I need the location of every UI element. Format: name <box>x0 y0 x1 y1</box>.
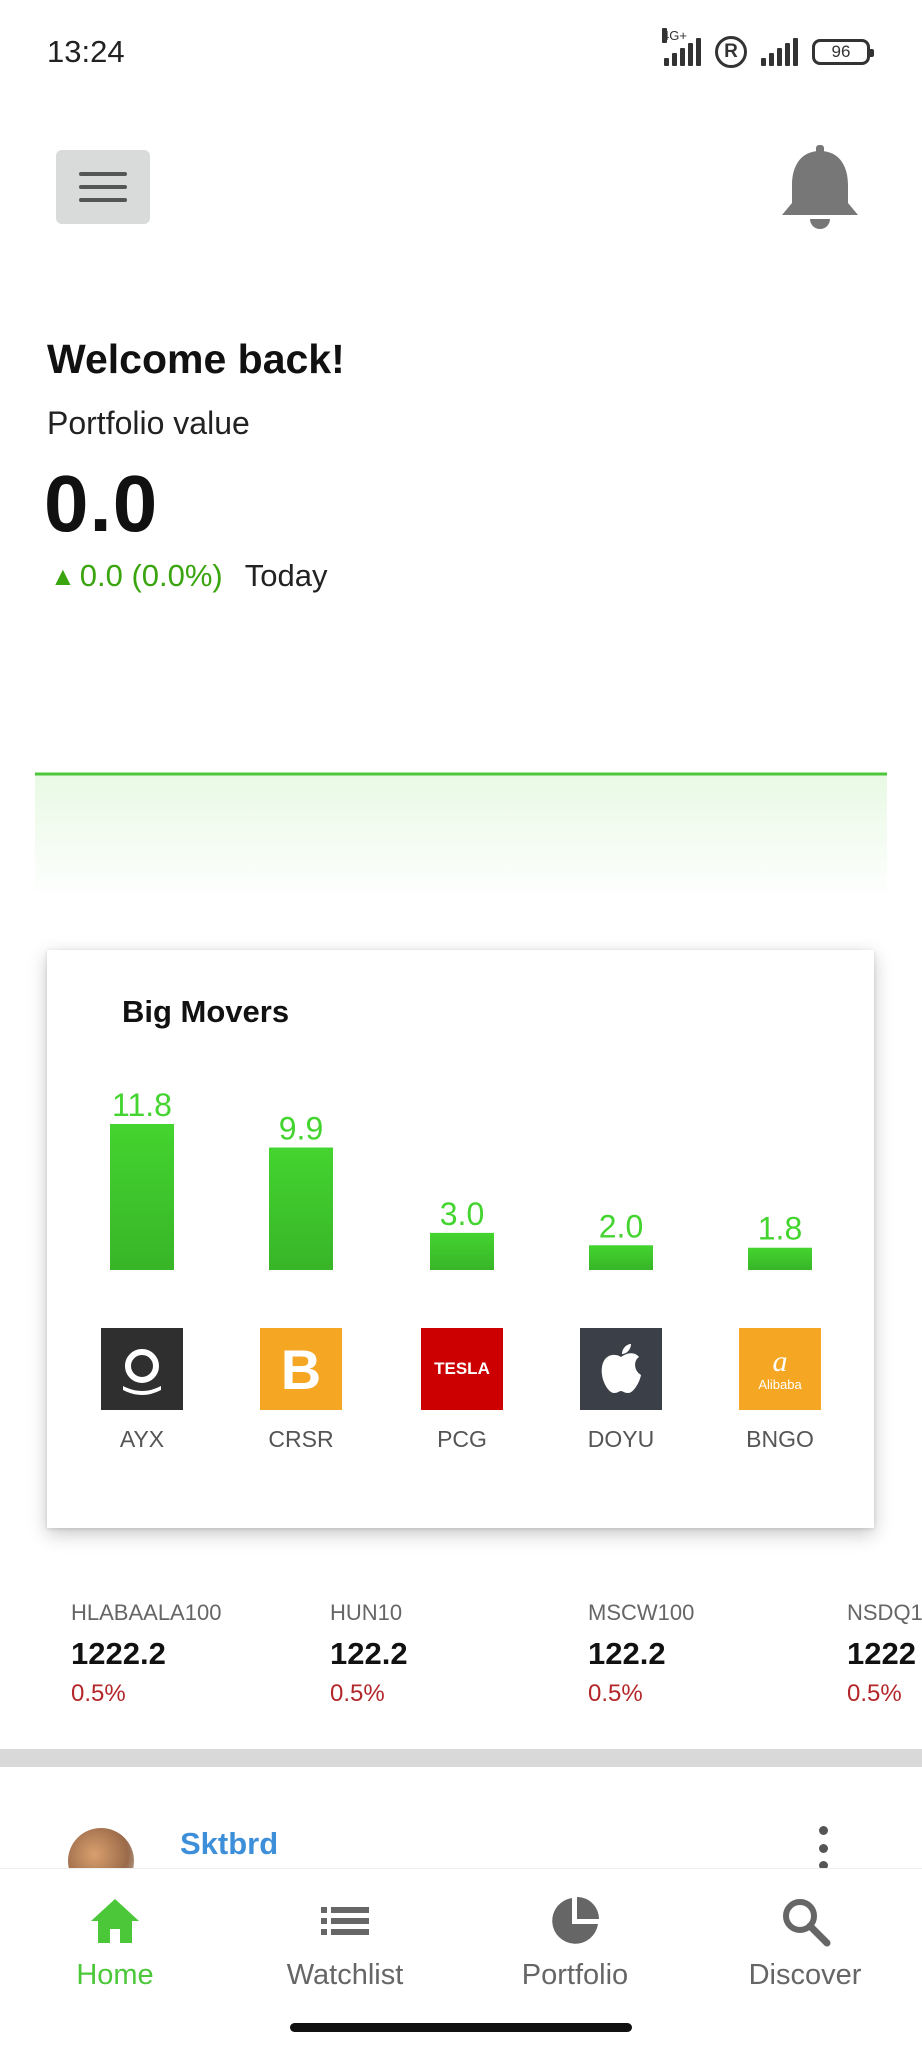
nav-label: Home <box>76 1959 154 1991</box>
index-change: 0.5% <box>330 1680 385 1707</box>
network-type-label: 4G+ <box>662 28 687 43</box>
bitcoin-logo-icon[interactable]: B <box>260 1328 342 1410</box>
index-item[interactable]: MSCW100 122.2 0.5% <box>588 1600 828 1708</box>
index-name: HLABAALA100 <box>71 1600 222 1625</box>
index-change: 0.5% <box>847 1680 902 1707</box>
mover-bar-crsr <box>269 1147 333 1270</box>
index-value: 1222 <box>847 1636 916 1671</box>
home-indicator[interactable] <box>290 2023 632 2032</box>
feed-username[interactable]: Sktbrd <box>180 1826 278 1862</box>
more-vertical-icon[interactable] <box>806 1826 840 1870</box>
mover-value-label: 11.8 <box>112 1087 172 1123</box>
portfolio-change-row: ▲ 0.0 (0.0%) Today <box>50 558 327 594</box>
status-bar: 13:24 4G+ R 96 <box>0 0 922 104</box>
status-icons: 4G+ R 96 <box>662 28 874 74</box>
alibaba-logo-icon[interactable]: a Alibaba <box>739 1328 821 1410</box>
index-value: 122.2 <box>588 1636 666 1671</box>
tesla-logo-icon[interactable]: TESLA <box>421 1328 503 1410</box>
portfolio-change-period: Today <box>244 558 328 593</box>
nav-item-watchlist[interactable]: Watchlist <box>230 1869 460 2019</box>
index-name: MSCW100 <box>588 1600 695 1625</box>
section-divider <box>0 1749 922 1767</box>
nav-item-portfolio[interactable]: Portfolio <box>460 1869 690 2019</box>
big-movers-card[interactable]: Big Movers 11.8 9.9 3.0 2.0 1.8 AYX B CRSR TESL… <box>47 950 874 1528</box>
cellular-signal-2-icon <box>761 38 798 66</box>
mover-value-label: 3.0 <box>440 1196 484 1232</box>
index-ticker-row[interactable]: HLABAALA100 1222.2 0.5% HUN10 122.2 0.5%… <box>0 1600 922 1720</box>
portfolio-label: Portfolio value <box>47 405 250 441</box>
index-value: 1222.2 <box>71 1636 166 1671</box>
mover-bar-bngo <box>748 1247 812 1270</box>
logo-text: Alibaba <box>758 1376 802 1392</box>
nav-label: Discover <box>748 1959 862 1991</box>
mover-ticker-label: BNGO <box>746 1426 814 1452</box>
index-name: NSDQ1 <box>847 1600 922 1625</box>
index-name: HUN10 <box>330 1600 403 1625</box>
apple-logo-icon[interactable] <box>580 1328 662 1410</box>
nav-item-home[interactable]: Home <box>0 1869 230 2019</box>
bottom-navigation: Home Watchlist Portfolio Discover <box>0 1868 922 2048</box>
hamburger-menu-icon[interactable] <box>56 150 150 224</box>
roaming-icon: R <box>715 36 747 68</box>
portfolio-value: 0.0 <box>44 459 159 548</box>
nav-label: Watchlist <box>286 1959 404 1991</box>
status-time: 13:24 <box>47 34 125 69</box>
list-icon <box>321 1907 369 1935</box>
index-item[interactable]: NSDQ1 1222 0.5% <box>847 1600 922 1708</box>
mover-value-label: 1.8 <box>758 1211 802 1247</box>
bell-icon[interactable] <box>778 145 862 235</box>
ring-logo-icon[interactable] <box>101 1328 183 1410</box>
battery-icon: 96 <box>812 39 874 65</box>
index-item[interactable]: HLABAALA100 1222.2 0.5% <box>71 1600 311 1708</box>
index-change: 0.5% <box>71 1680 126 1707</box>
index-change: 0.5% <box>588 1680 643 1707</box>
index-value: 122.2 <box>330 1636 408 1671</box>
sparkline-area <box>35 774 887 900</box>
search-icon <box>783 1899 831 1947</box>
mover-ticker-label: CRSR <box>268 1426 334 1452</box>
mover-value-label: 9.9 <box>279 1111 323 1147</box>
home-icon <box>91 1899 139 1943</box>
cellular-signal-icon: 4G+ <box>662 28 701 66</box>
mover-value-label: 2.0 <box>599 1208 643 1244</box>
pie-chart-icon <box>552 1897 599 1944</box>
mover-bar-doyu <box>589 1245 653 1270</box>
mover-bar-ayx <box>110 1124 174 1270</box>
mover-ticker-label: DOYU <box>587 1426 655 1452</box>
index-item[interactable]: HUN10 122.2 0.5% <box>330 1600 570 1708</box>
nav-label: Portfolio <box>521 1959 629 1991</box>
mover-bar-pcg <box>430 1232 494 1270</box>
mover-ticker-label: AYX <box>119 1426 165 1452</box>
portfolio-change-value: 0.0 (0.0%) <box>79 558 223 593</box>
nav-item-discover[interactable]: Discover <box>690 1869 920 2019</box>
portfolio-sparkline <box>35 772 887 900</box>
welcome-title: Welcome back! <box>47 336 345 382</box>
up-arrow-icon: ▲ <box>50 560 76 591</box>
mover-ticker-label: PCG <box>437 1426 487 1452</box>
logo-text: TESLA <box>434 1359 490 1378</box>
